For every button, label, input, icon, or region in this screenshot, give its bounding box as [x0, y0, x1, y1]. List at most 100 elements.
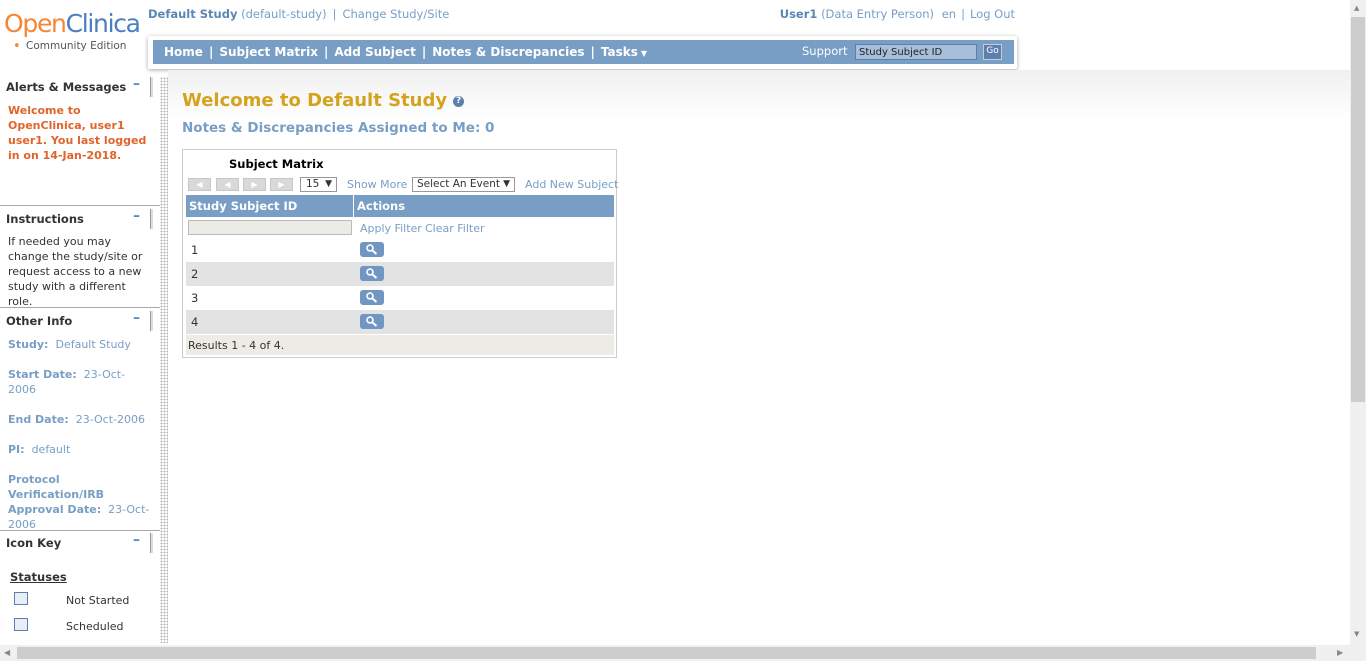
table-row: 3: [186, 286, 614, 310]
user-name-link[interactable]: User1: [780, 7, 818, 21]
logo-open: Open: [4, 9, 67, 38]
nav-home[interactable]: Home: [164, 45, 203, 59]
scroll-down-icon[interactable]: ▼: [1354, 630, 1359, 638]
icon-key-box: Icon Key – Statuses Not Started Schedule…: [0, 532, 160, 633]
collapse-icon[interactable]: –: [133, 310, 140, 326]
add-new-subject-link[interactable]: Add New Subject: [525, 178, 618, 191]
page-title: Welcome to Default Study?: [182, 90, 465, 111]
language-link[interactable]: en: [942, 7, 956, 21]
column-actions: Actions: [357, 199, 406, 213]
column-study-subject-id[interactable]: Study Subject ID: [189, 199, 297, 213]
table-row: 4: [186, 310, 614, 334]
first-page-button[interactable]: ◀: [188, 178, 211, 191]
openclinica-logo[interactable]: OpenClinica • Community Edition: [4, 10, 144, 56]
other-info-title: Other Info: [6, 314, 73, 328]
user-info: User1 (Data Entry Person) en | Log Out: [779, 7, 1015, 21]
protocol-date-row: Protocol Verification/IRB Approval Date:…: [8, 473, 150, 531]
view-subject-button[interactable]: [360, 242, 384, 257]
status-scheduled: Scheduled: [66, 620, 124, 633]
logo-edition: Community Edition: [26, 40, 127, 52]
nav-subject-matrix[interactable]: Subject Matrix: [219, 45, 318, 59]
vertical-scroll-thumb[interactable]: [1351, 17, 1365, 402]
table-header: Study Subject ID Actions: [186, 195, 614, 217]
event-select[interactable]: Select An Event ▼: [412, 177, 515, 192]
vertical-scrollbar[interactable]: ▲ ▼: [1350, 0, 1366, 645]
divider: [0, 307, 160, 308]
statuses-heading: Statuses: [10, 570, 67, 584]
chevron-down-icon: ▼: [503, 179, 510, 189]
nav-container: Home | Subject Matrix | Add Subject | Notes & …: [148, 36, 1017, 69]
status-not-started: Not Started: [66, 594, 130, 607]
icon-key-header: Icon Key –: [0, 532, 151, 553]
collapse-icon[interactable]: –: [133, 532, 140, 548]
current-study-id: (default-study): [241, 7, 327, 21]
view-subject-button[interactable]: [360, 314, 384, 329]
end-date-row: End Date: 23-Oct-2006: [8, 413, 145, 426]
table-footer: Results 1 - 4 of 4.: [186, 335, 614, 355]
subject-id-filter-input[interactable]: [188, 220, 352, 235]
subject-id: 3: [191, 291, 199, 305]
magnifier-icon: [366, 268, 378, 279]
page-size-select[interactable]: 15 ▼: [300, 177, 337, 192]
last-page-button[interactable]: ▶: [270, 178, 293, 191]
collapse-icon[interactable]: –: [133, 208, 140, 224]
collapse-icon[interactable]: –: [133, 77, 140, 92]
study-info-row: Study: Default Study: [8, 338, 131, 351]
scroll-right-icon[interactable]: ▶: [1337, 648, 1343, 657]
horizontal-scroll-thumb[interactable]: [17, 647, 1316, 659]
go-button[interactable]: Go: [983, 44, 1002, 60]
nav-tasks[interactable]: Tasks ▼: [601, 45, 647, 59]
clear-filter-link[interactable]: Clear Filter: [425, 222, 485, 235]
table-row: 2: [186, 262, 614, 286]
sidebar: Alerts & Messages – Welcome to OpenClini…: [0, 77, 160, 643]
alerts-title: Alerts & Messages: [6, 80, 127, 94]
divider: [0, 530, 160, 531]
pi-row: PI: default: [8, 443, 71, 456]
nav-add-subject[interactable]: Add Subject: [334, 45, 416, 59]
logout-link[interactable]: Log Out: [970, 7, 1015, 21]
support-link[interactable]: Support: [802, 44, 847, 58]
scroll-up-icon[interactable]: ▲: [1354, 4, 1359, 12]
table-row: 1: [186, 238, 614, 262]
start-date-row: Start Date: 23-Oct-2006: [8, 368, 126, 396]
show-more-link[interactable]: Show More: [347, 178, 407, 191]
icon-key-title: Icon Key: [6, 536, 62, 550]
magnifier-icon: [366, 316, 378, 327]
study-subject-search-input[interactable]: [855, 44, 977, 60]
subject-matrix-title: Subject Matrix: [229, 157, 324, 171]
welcome-message: Welcome to OpenClinica, user1 user1. You…: [8, 104, 147, 162]
chevron-down-icon: ▼: [640, 49, 648, 58]
next-page-button[interactable]: ▶: [243, 178, 266, 191]
change-study-link[interactable]: Change Study/Site: [342, 7, 449, 21]
subject-id: 4: [191, 315, 199, 329]
alerts-box: Alerts & Messages – Welcome to OpenClini…: [0, 77, 160, 169]
divider: [0, 205, 160, 206]
scrollbar-corner: [1350, 645, 1366, 661]
scroll-left-icon[interactable]: ◀: [4, 648, 10, 657]
study-info: Default Study (default-study) | Change Stu…: [148, 7, 450, 21]
other-info-header: Other Info –: [0, 310, 151, 331]
results-count: Results 1 - 4 of 4.: [188, 339, 285, 352]
instructions-text: If needed you may change the study/site …: [8, 235, 143, 308]
logo-swoosh-icon: •: [13, 39, 21, 54]
help-icon[interactable]: ?: [453, 95, 465, 107]
view-subject-button[interactable]: [360, 266, 384, 281]
notes-assigned-heading: Notes & Discrepancies Assigned to Me: 0: [182, 120, 495, 136]
logo-clinica: Clinica: [65, 9, 141, 38]
nav-notes-discrepancies[interactable]: Notes & Discrepancies: [432, 45, 584, 59]
alerts-header: Alerts & Messages –: [0, 77, 151, 97]
chevron-down-icon: ▼: [325, 179, 332, 189]
main-nav: Home | Subject Matrix | Add Subject | Notes & …: [153, 40, 1014, 64]
view-subject-button[interactable]: [360, 290, 384, 305]
prev-page-button[interactable]: ◀: [216, 178, 239, 191]
apply-filter-link[interactable]: Apply Filter: [360, 222, 422, 235]
scheduled-icon: [14, 618, 28, 631]
magnifier-icon: [366, 292, 378, 303]
logo-wordmark: OpenClinica: [4, 9, 141, 38]
other-info-box: Other Info – Study: Default Study Start …: [0, 310, 160, 553]
sidebar-edge: [160, 77, 168, 643]
instructions-title: Instructions: [6, 212, 84, 226]
subject-id: 1: [191, 243, 199, 257]
instructions-box: Instructions – If needed you may change …: [0, 208, 160, 315]
horizontal-scrollbar[interactable]: ◀ ▶: [0, 645, 1350, 661]
